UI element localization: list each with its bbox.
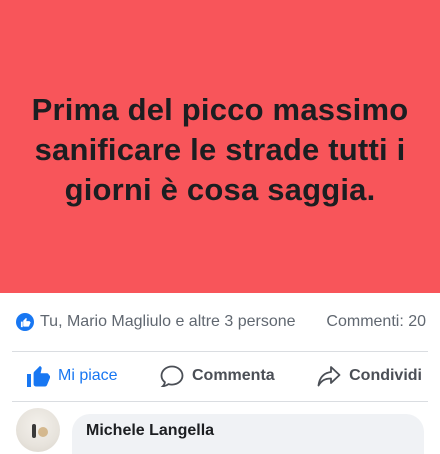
post-card: Prima del picco massimo sanificare le st… bbox=[0, 0, 440, 293]
like-badge-icon bbox=[16, 313, 34, 331]
comment-button[interactable]: Commenta bbox=[160, 365, 275, 387]
share-button[interactable]: Condividi bbox=[317, 365, 422, 387]
actions-bar: Mi piace Commenta Condividi bbox=[0, 352, 440, 400]
thumbs-up-icon bbox=[26, 365, 50, 387]
comment-author[interactable]: Michele Langella bbox=[86, 422, 410, 440]
reactions-bar: Tu, Mario Magliulo e altre 3 persone Com… bbox=[0, 293, 440, 351]
reactions-summary[interactable]: Tu, Mario Magliulo e altre 3 persone bbox=[16, 313, 296, 331]
post-text: Prima del picco massimo sanificare le st… bbox=[31, 91, 409, 207]
avatar[interactable] bbox=[16, 408, 60, 452]
comment-bubble-icon bbox=[160, 365, 184, 387]
comment-row: Michele Langella bbox=[0, 408, 440, 454]
share-arrow-icon bbox=[317, 365, 341, 387]
comments-count[interactable]: Commenti: 20 bbox=[326, 313, 426, 331]
comment-bubble: Michele Langella bbox=[72, 414, 424, 454]
divider bbox=[12, 401, 428, 402]
reactions-text: Tu, Mario Magliulo e altre 3 persone bbox=[40, 313, 296, 330]
share-label: Condividi bbox=[349, 367, 422, 384]
like-button[interactable]: Mi piace bbox=[26, 365, 118, 387]
like-label: Mi piace bbox=[58, 367, 118, 384]
comment-label: Commenta bbox=[192, 367, 275, 384]
